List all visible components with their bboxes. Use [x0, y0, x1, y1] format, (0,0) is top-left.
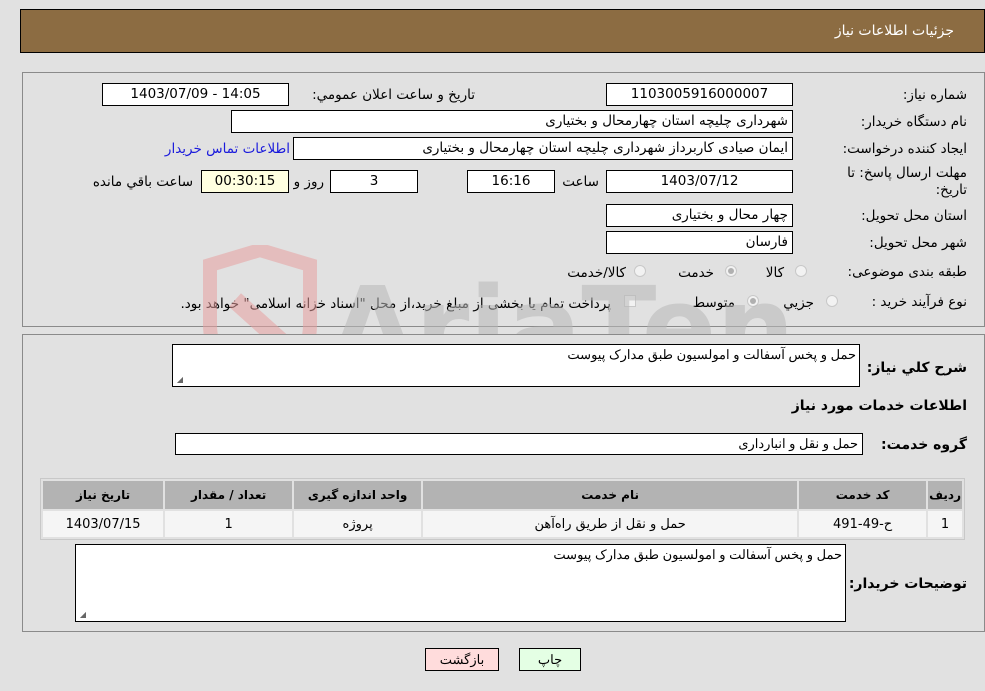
category-option-service: خدمت — [678, 265, 714, 281]
page-title: جزئیات اطلاعات نیاز — [834, 23, 954, 39]
deadline-label: مهلت ارسال پاسخ: تا تاریخ: — [847, 165, 967, 198]
cell-need-date: 1403/07/15 — [43, 511, 164, 537]
city-label: شهر محل تحویل: — [869, 235, 967, 251]
resize-grip-icon[interactable]: ◢ — [78, 611, 86, 619]
province-label: استان محل تحویل: — [861, 208, 967, 224]
cell-unit: پروژه — [294, 511, 422, 537]
col-header-unit: واحد اندازه گیری — [294, 481, 422, 509]
days-label: روز و — [293, 174, 324, 190]
deadline-time-field: 16:16 — [467, 170, 555, 193]
category-radio-service[interactable] — [725, 265, 737, 277]
announce-field: 1403/07/09 - 14:05 — [102, 83, 289, 106]
buyer-notes-textarea[interactable]: حمل و پخس آسفالت و امولسیون طبق مدارک پی… — [75, 544, 846, 622]
deadline-time-label: ساعت — [562, 174, 599, 190]
process-option-minor: جزیي — [783, 295, 814, 311]
buyer-contact-link[interactable]: اطلاعات تماس خریدار — [165, 141, 290, 157]
table-header-row: ردیف کد خدمت نام خدمت واحد اندازه گیری ت… — [43, 481, 962, 509]
col-header-service-name: نام خدمت — [423, 481, 798, 509]
days-field: 3 — [330, 170, 418, 193]
category-radio-goods-service[interactable] — [634, 265, 646, 277]
creator-label: ایجاد کننده درخواست: — [842, 141, 967, 157]
process-option-medium: متوسط — [692, 295, 735, 311]
col-header-service-code: کد خدمت — [799, 481, 927, 509]
back-button[interactable]: بازگشت — [425, 648, 499, 671]
need-number-field: 1103005916000007 — [606, 83, 793, 106]
city-field: فارسان — [606, 231, 793, 254]
category-radio-goods[interactable] — [795, 265, 807, 277]
cell-row-number: 1 — [928, 511, 962, 537]
category-option-goods: کالا — [765, 265, 784, 281]
print-button[interactable]: چاپ — [519, 648, 581, 671]
services-heading: اطلاعات خدمات مورد نیاز — [791, 398, 967, 414]
deadline-date-field: 1403/07/12 — [606, 170, 793, 193]
process-label: نوع فرآیند خرید : — [871, 294, 967, 310]
resize-grip-icon[interactable]: ◢ — [175, 376, 183, 384]
cell-service-name: حمل و نقل از طریق راه‌آهن — [423, 511, 798, 537]
service-group-label: گروه خدمت: — [881, 437, 967, 453]
process-radio-minor[interactable] — [826, 295, 838, 307]
category-option-goods-service: کالا/خدمت — [567, 265, 626, 281]
buyer-notes-text: حمل و پخس آسفالت و امولسیون طبق مدارک پی… — [553, 547, 842, 562]
buyer-org-field: شهرداری چلیچه استان چهارمحال و بختیاری — [231, 110, 793, 133]
creator-field: ایمان صیادی کاربرداز شهرداری چلیچه استان… — [293, 137, 793, 160]
announce-label: تاریخ و ساعت اعلان عمومي: — [312, 87, 475, 103]
remaining-label: ساعت باقي مانده — [92, 174, 193, 190]
category-label: طبقه بندی موضوعی: — [847, 264, 967, 280]
summary-text: حمل و پخس آسفالت و امولسیون طبق مدارک پی… — [567, 347, 856, 362]
col-header-need-date: تاریخ نیاز — [43, 481, 164, 509]
summary-textarea[interactable]: حمل و پخس آسفالت و امولسیون طبق مدارک پی… — [172, 344, 860, 387]
treasury-note: پرداخت تمام یا بخشی از مبلغ خرید،از محل … — [180, 296, 611, 312]
cell-quantity: 1 — [165, 511, 293, 537]
need-number-label: شماره نیاز: — [902, 87, 967, 103]
summary-label: شرح کلي نیاز: — [866, 360, 967, 376]
table-row: 1 ح-49-491 حمل و نقل از طریق راه‌آهن پرو… — [43, 511, 962, 537]
service-group-field: حمل و نقل و انبارداری — [175, 433, 863, 455]
remaining-time-field: 00:30:15 — [201, 170, 289, 193]
process-radio-medium[interactable] — [747, 295, 759, 307]
col-header-row-number: ردیف — [928, 481, 962, 509]
cell-service-code: ح-49-491 — [799, 511, 927, 537]
buyer-notes-label: توضیحات خریدار: — [848, 576, 967, 592]
buyer-org-label: نام دستگاه خریدار: — [860, 114, 967, 130]
page-header: جزئیات اطلاعات نیاز — [20, 9, 985, 53]
treasury-checkbox[interactable] — [624, 295, 636, 307]
services-table: ردیف کد خدمت نام خدمت واحد اندازه گیری ت… — [40, 478, 965, 540]
province-field: چهار محال و بختیاری — [606, 204, 793, 227]
col-header-quantity: تعداد / مقدار — [165, 481, 293, 509]
